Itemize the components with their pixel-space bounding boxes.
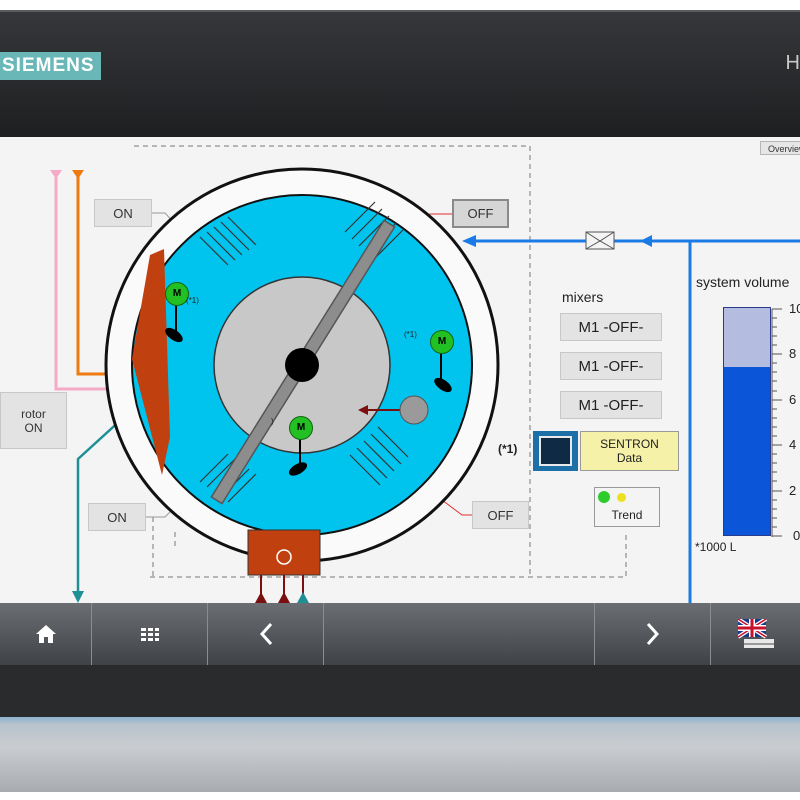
volume-tick-0: 0 xyxy=(793,528,800,543)
volume-tick-2: 2 xyxy=(789,483,797,498)
motor-note-1: (*1) xyxy=(186,296,199,305)
back-button[interactable] xyxy=(208,603,324,665)
model-label: H xyxy=(785,52,800,74)
rotor-line2: ON xyxy=(24,420,43,435)
trend-label: Trend xyxy=(611,508,643,522)
teal-arrow-icon xyxy=(72,591,84,603)
chevron-left-icon xyxy=(259,622,272,646)
mixers-title: mixers xyxy=(562,289,604,305)
sentron-device-icon xyxy=(533,431,578,471)
volume-fill xyxy=(724,367,770,535)
motor-badge-2[interactable]: M xyxy=(430,330,454,354)
home-icon xyxy=(35,625,56,643)
on-button-top[interactable]: ON xyxy=(94,199,152,227)
mixer-3-button[interactable]: M1 -OFF- xyxy=(560,391,662,419)
supply-arrow-icon xyxy=(462,235,476,247)
bottom-rim xyxy=(0,717,800,792)
mixer-2-button[interactable]: M1 -OFF- xyxy=(560,352,662,380)
volume-tick-10: 10 xyxy=(789,301,800,316)
pump-icon xyxy=(399,395,429,425)
volume-title: system volume xyxy=(696,274,790,290)
rotor-button[interactable]: rotor ON xyxy=(0,392,67,449)
volume-tick-8: 8 xyxy=(789,346,797,361)
navigation-bar xyxy=(0,603,800,665)
nav-spacer xyxy=(324,603,595,665)
rotor-line1: rotor xyxy=(21,406,46,421)
forward-button[interactable] xyxy=(595,603,711,665)
footnote-marker: (*1) xyxy=(498,442,518,456)
hmi-panel: SIEMENS H M (*1) M (*1) M) Overvie ON O… xyxy=(0,10,800,792)
motor-note-3: ) xyxy=(271,417,274,426)
mixer-1-button[interactable]: M1 -OFF- xyxy=(560,313,662,341)
trend-green-led-icon xyxy=(598,491,610,503)
off-button-bottom[interactable]: OFF xyxy=(472,501,529,529)
volume-scale xyxy=(771,308,782,537)
off-button-top[interactable]: OFF xyxy=(452,199,509,228)
trend-yellow-led-icon xyxy=(617,493,626,502)
flag-uk-icon xyxy=(737,619,774,648)
top-bezel: SIEMENS H xyxy=(0,12,800,137)
motor-note-2: (*1) xyxy=(404,330,417,339)
screens-button[interactable] xyxy=(92,603,208,665)
language-button[interactable] xyxy=(711,603,800,665)
volume-tick-4: 4 xyxy=(789,437,797,452)
grid-icon xyxy=(140,628,159,641)
volume-bar xyxy=(723,307,771,536)
on-button-bottom[interactable]: ON xyxy=(88,503,146,531)
hmi-screen: M (*1) M (*1) M ) Overview ON OFF ON OFF… xyxy=(0,137,800,603)
motor-badge-3[interactable]: M xyxy=(289,416,313,440)
bottom-bezel xyxy=(0,665,800,717)
home-button[interactable] xyxy=(0,603,92,665)
drain-box xyxy=(247,529,321,576)
sentron-label: SENTRON Data xyxy=(580,431,679,471)
chevron-right-icon xyxy=(646,622,659,646)
volume-tick-6: 6 xyxy=(789,392,797,407)
orange-arrow-icon xyxy=(72,170,84,179)
overview-button[interactable]: Overview xyxy=(760,141,800,155)
siemens-logo: SIEMENS xyxy=(0,52,101,80)
trend-button[interactable]: Trend xyxy=(594,487,660,527)
agitator-hub xyxy=(285,348,319,382)
sentron-data-button[interactable]: SENTRON Data xyxy=(533,431,679,471)
volume-unit: *1000 L xyxy=(695,540,737,554)
pink-arrow-icon xyxy=(50,170,62,179)
